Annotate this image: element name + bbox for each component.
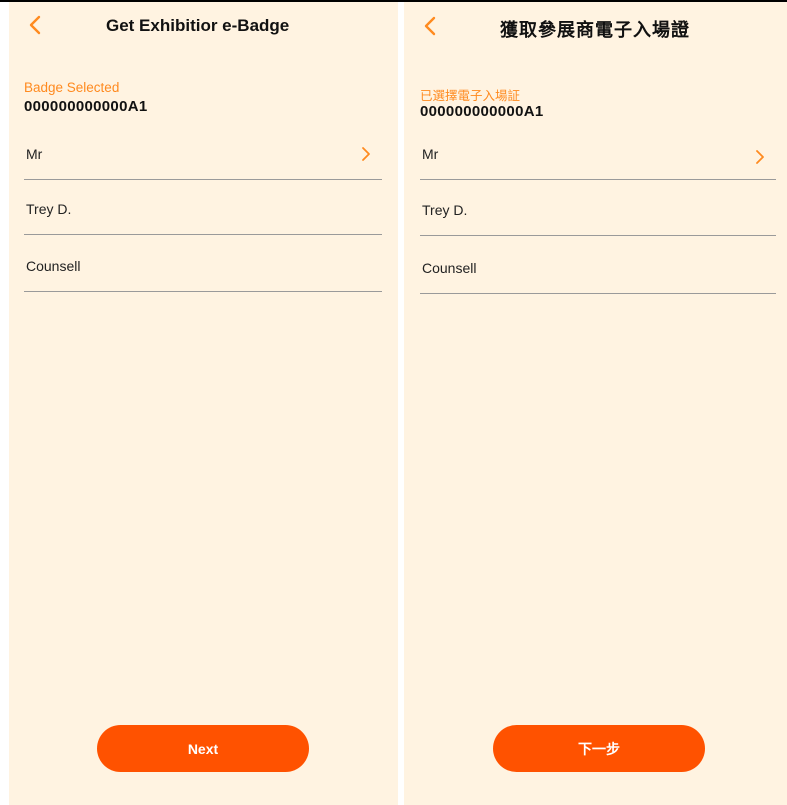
chevron-left-icon: [29, 15, 41, 35]
first-name-value: Trey D.: [422, 202, 468, 218]
header: 獲取參展商電子入場證: [404, 2, 787, 50]
next-button[interactable]: Next: [97, 725, 309, 772]
first-name-field[interactable]: Trey D.: [24, 194, 382, 235]
salutation-value: Mr: [26, 146, 43, 162]
back-button[interactable]: [416, 11, 446, 41]
back-button[interactable]: [21, 11, 51, 41]
salutation-select[interactable]: Mr: [24, 139, 382, 180]
next-button[interactable]: 下一步: [493, 725, 705, 772]
chevron-left-icon: [424, 16, 436, 36]
chevron-right-icon: [360, 145, 372, 163]
header: Get Exhibitior e-Badge: [9, 2, 398, 50]
badge-number: 000000000000A1: [420, 103, 544, 120]
last-name-value: Counsell: [26, 258, 81, 274]
last-name-field[interactable]: Counsell: [24, 251, 382, 292]
last-name-value: Counsell: [422, 260, 477, 276]
badge-number: 000000000000A1: [24, 98, 148, 115]
salutation-select[interactable]: Mr: [420, 139, 776, 180]
chinese-screen: 獲取參展商電子入場證 已選擇電子入場証 000000000000A1 Mr Tr…: [404, 2, 787, 805]
chevron-right-icon: [754, 148, 766, 166]
first-name-field[interactable]: Trey D.: [420, 195, 776, 236]
badge-selected-label: Badge Selected: [24, 80, 120, 95]
first-name-value: Trey D.: [26, 201, 72, 217]
page-title: 獲取參展商電子入場證: [500, 20, 690, 40]
last-name-field[interactable]: Counsell: [420, 253, 776, 294]
badge-selected-label: 已選擇電子入場証: [420, 89, 521, 103]
salutation-value: Mr: [422, 146, 439, 162]
page-title: Get Exhibitior e-Badge: [106, 16, 290, 35]
english-screen: Get Exhibitior e-Badge Badge Selected 00…: [9, 2, 398, 805]
